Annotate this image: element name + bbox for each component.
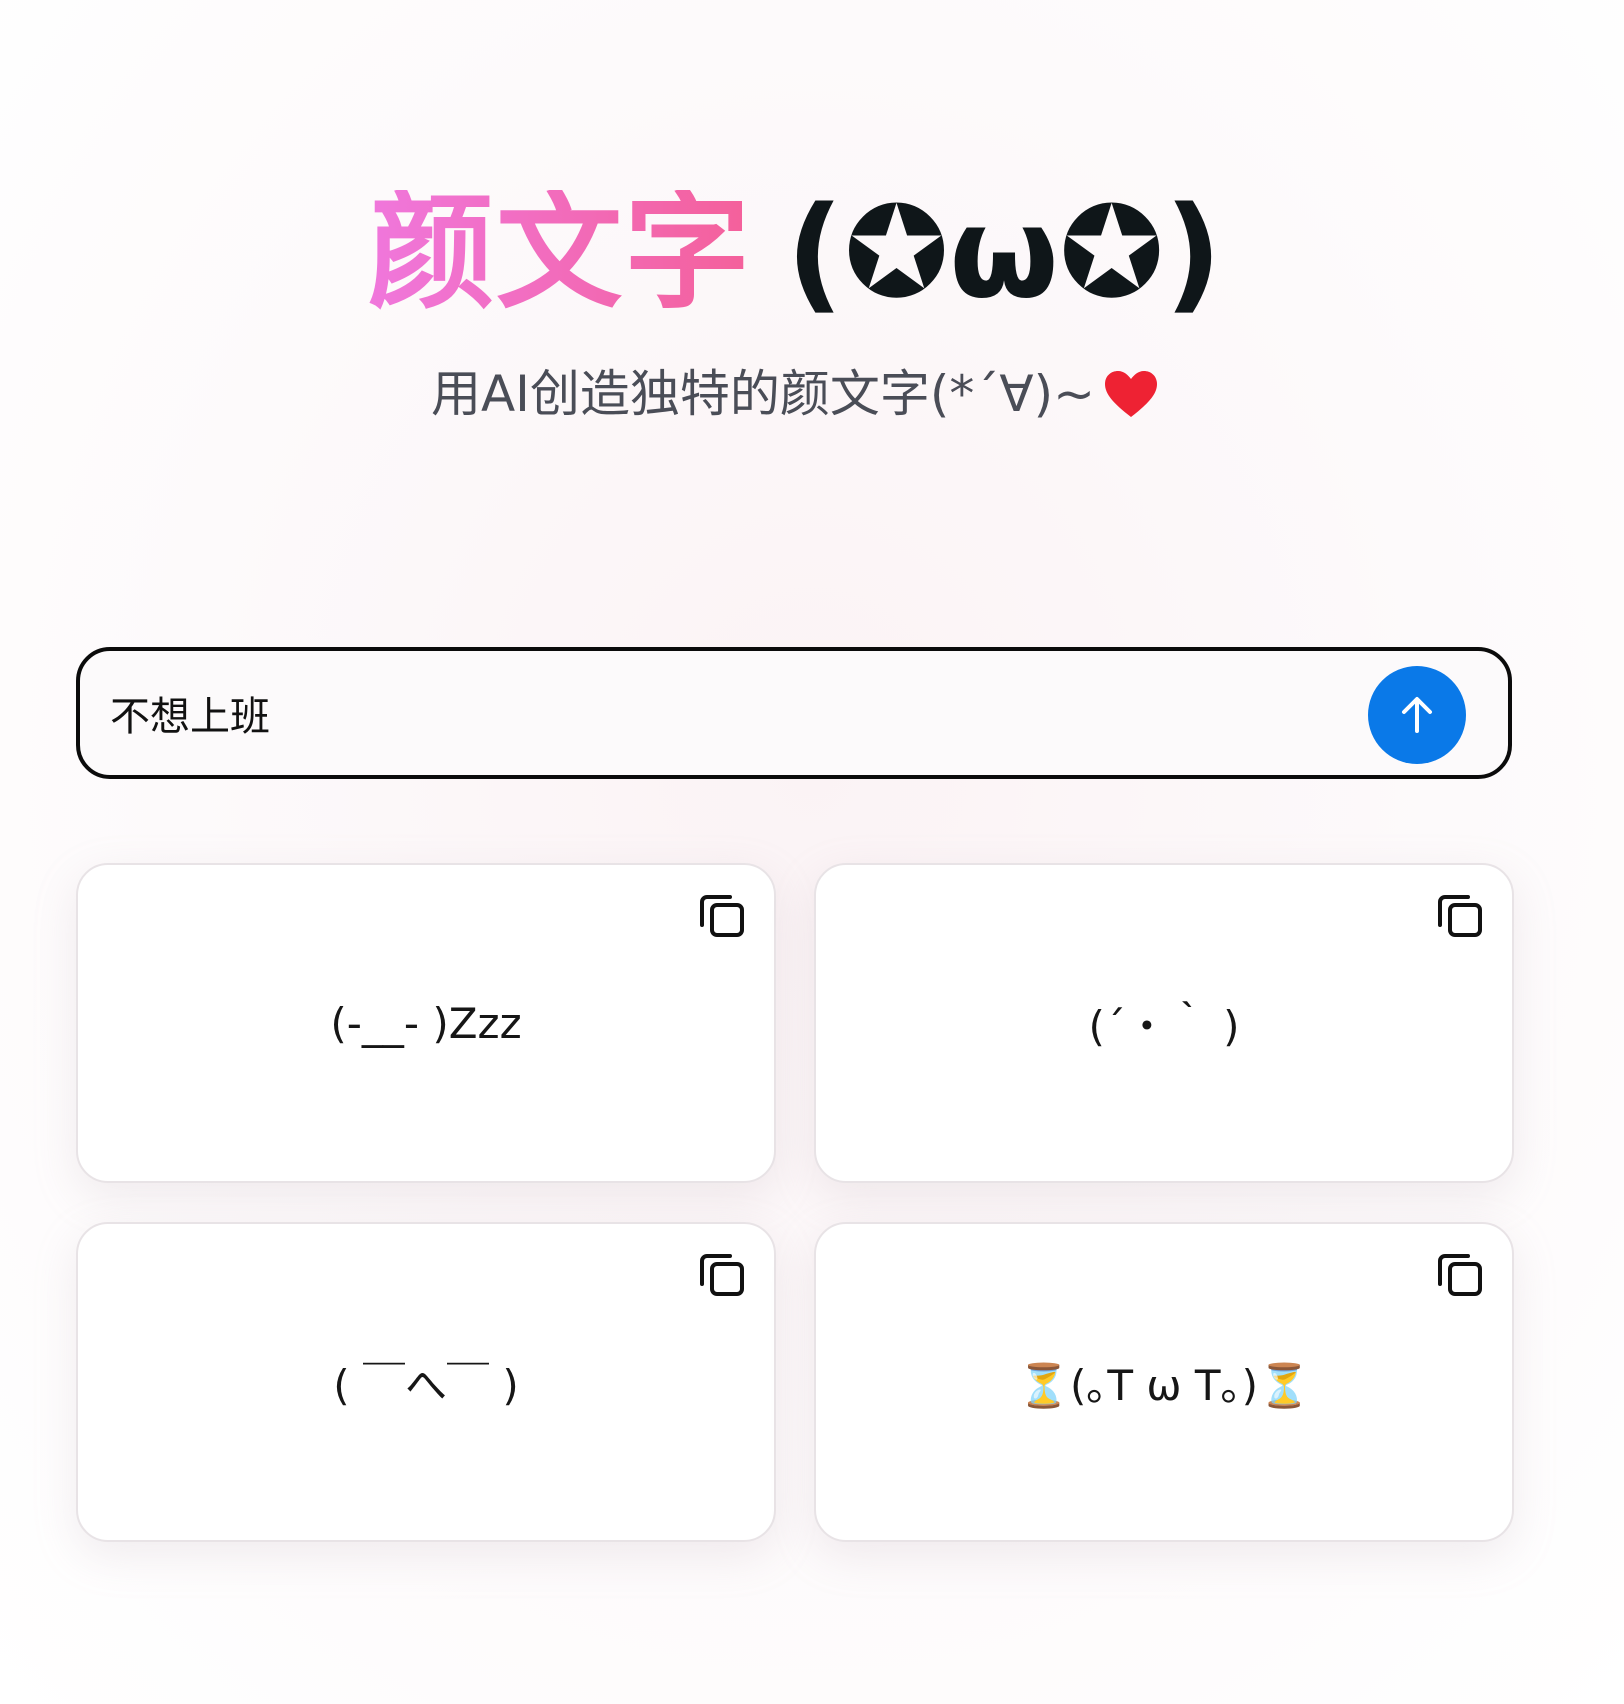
result-kaomoji: (-__- )Zzz	[330, 998, 522, 1048]
result-kaomoji: (´・｀ )	[1088, 1001, 1240, 1051]
title-kaomoji: (✪ω✪)	[786, 179, 1222, 326]
result-card: (-__- )Zzz	[76, 863, 776, 1183]
copy-icon[interactable]	[696, 889, 748, 941]
result-card: ⏳(｡T ω T｡)⏳	[814, 1222, 1514, 1542]
result-kaomoji: ⏳(｡T ω T｡)⏳	[1017, 1360, 1311, 1410]
copy-icon[interactable]	[1434, 1248, 1486, 1300]
search-input[interactable]	[110, 675, 1310, 751]
copy-icon[interactable]	[1434, 889, 1486, 941]
copy-icon[interactable]	[696, 1248, 748, 1300]
search-box	[76, 647, 1512, 779]
result-card: (´・｀ )	[814, 863, 1514, 1183]
title-text: 颜文字	[368, 179, 753, 326]
heart-icon	[1105, 371, 1158, 417]
subtitle-row: 用AI创造独特的颜文字(*´∀)~	[0, 358, 1590, 430]
page-title: 颜文字 (✪ω✪)	[0, 178, 1590, 328]
arrow-up-icon	[1402, 697, 1432, 733]
result-card: ( ￣へ￣ )	[76, 1222, 776, 1542]
result-kaomoji: ( ￣へ￣ )	[333, 1360, 519, 1410]
subtitle: 用AI创造独特的颜文字(*´∀)~	[430, 365, 1096, 423]
send-button[interactable]	[1368, 666, 1466, 764]
